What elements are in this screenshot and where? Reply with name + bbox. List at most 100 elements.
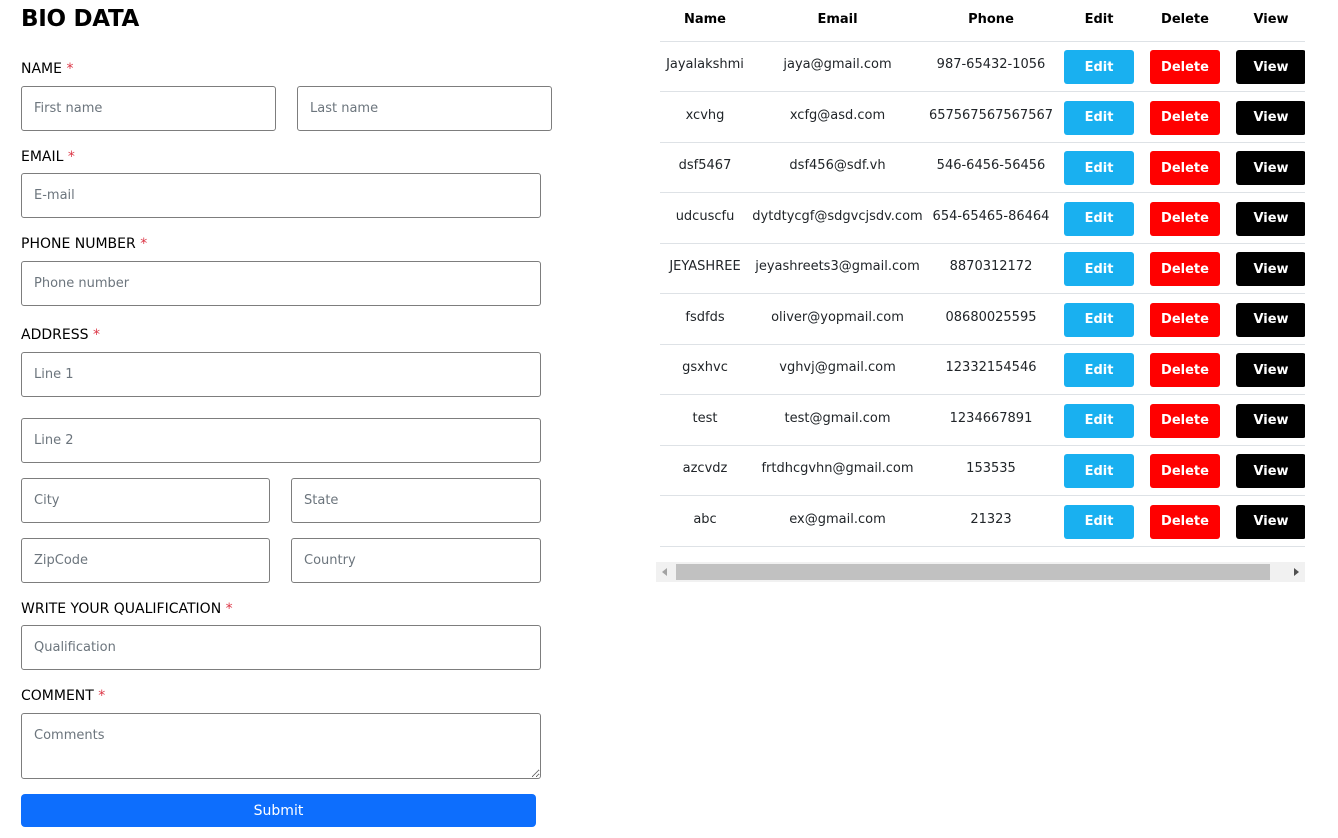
table-row: test test@gmail.com 1234667891 Edit Delete Vi… [660,396,1305,446]
records-table: Name Email Phone Edit Delete View Jayala… [656,0,1305,582]
cell-phone: 12332154546 [945,360,1037,375]
cell-name: azcvdz [682,461,728,476]
email-label: EMAIL * [21,149,75,165]
address-line2-input[interactable] [21,418,541,463]
cell-phone: 987-65432-1056 [936,57,1046,72]
last-name-input[interactable] [297,86,552,131]
cell-name: dsf5467 [678,158,732,173]
cell-email: xcfg@asd.com [789,107,886,123]
page-title: BIO DATA [21,6,140,32]
delete-button[interactable]: Delete [1150,353,1220,387]
qualification-label: WRITE YOUR QUALIFICATION * [21,601,233,617]
cell-name: test [692,410,718,426]
cell-phone: 546-6456-56456 [936,158,1046,173]
cell-name: fsdfds [685,309,725,325]
table-row: gsxhvc vghvj@gmail.com 12332154546 Edit Dele… [660,345,1305,395]
delete-button[interactable]: Delete [1150,403,1220,438]
qualification-input[interactable] [21,625,541,670]
view-button[interactable]: View [1236,302,1305,337]
cell-phone: 657567567567567 [928,107,1054,123]
view-button[interactable]: View [1236,201,1305,236]
required-mark: * [225,601,233,617]
cell-name: Jayalakshmi [666,57,744,72]
table-row: dsf5467 dsf456@sdf.vh 546-6456-56456 Edit De… [660,143,1305,193]
table-row: xcvhg xcfg@asd.com 657567567567567 Edit Dele… [660,93,1305,143]
cell-email: ex@gmail.com [789,511,886,527]
required-mark: * [67,149,75,165]
city-input[interactable] [21,478,270,523]
view-button[interactable]: View [1236,50,1305,84]
address-label: ADDRESS * [21,327,100,343]
address-line1-input[interactable] [21,352,541,397]
view-button[interactable]: View [1236,454,1305,488]
delete-button[interactable]: Delete [1150,201,1220,236]
name-label: NAME * [21,61,74,77]
delete-button[interactable]: Delete [1150,454,1220,488]
header-email: Email [817,12,858,27]
email-input[interactable] [21,173,541,218]
cell-email: test@gmail.com [784,410,891,426]
horizontal-scrollbar[interactable] [656,562,1305,582]
view-button[interactable]: View [1236,252,1305,286]
phone-input[interactable] [21,261,541,306]
delete-button[interactable]: Delete [1150,100,1220,135]
cell-email: jaya@gmail.com [783,57,892,72]
edit-button[interactable]: Edit [1064,252,1134,286]
required-mark: * [66,61,74,77]
view-button[interactable]: View [1236,353,1305,387]
cell-name: JEYASHREE [669,259,741,274]
scroll-left-arrow-icon[interactable] [656,562,674,582]
cell-name: xcvhg [685,107,725,123]
required-mark: * [98,688,106,704]
edit-button[interactable]: Edit [1064,201,1134,236]
edit-button[interactable]: Edit [1064,100,1134,135]
required-mark: * [140,236,148,252]
cell-name: udcuscfu [675,208,735,224]
cell-phone: 1234667891 [949,410,1033,426]
view-button[interactable]: View [1236,100,1305,135]
header-delete: Delete [1161,12,1209,27]
view-button[interactable]: View [1236,151,1305,185]
edit-button[interactable]: Edit [1064,151,1134,185]
view-button[interactable]: View [1236,403,1305,438]
table-row: abc ex@gmail.com 21323 Edit Delete View [660,497,1305,547]
scroll-right-arrow-icon[interactable] [1287,562,1305,582]
state-input[interactable] [291,478,541,523]
cell-email: frtdhcgvhn@gmail.com [761,461,914,476]
cell-email: dytdtycgf@sdgvcjsdv.com [752,208,923,224]
country-input[interactable] [291,538,541,583]
header-view: View [1253,12,1289,27]
edit-button[interactable]: Edit [1064,454,1134,488]
cell-email: oliver@yopmail.com [771,309,904,325]
edit-button[interactable]: Edit [1064,50,1134,84]
table-row: azcvdz frtdhcgvhn@gmail.com 153535 Edit Dele… [660,446,1305,496]
edit-button[interactable]: Edit [1064,403,1134,438]
comment-textarea[interactable] [21,713,541,779]
header-name: Name [683,12,726,27]
header-edit: Edit [1084,12,1114,27]
edit-button[interactable]: Edit [1064,302,1134,337]
view-button[interactable]: View [1236,504,1305,539]
table-row: Jayalakshmi jaya@gmail.com 987-65432-1056 E… [660,42,1305,92]
edit-button[interactable]: Edit [1064,353,1134,387]
cell-phone: 8870312172 [949,259,1033,274]
cell-email: dsf456@sdf.vh [789,158,886,173]
delete-button[interactable]: Delete [1150,151,1220,185]
delete-button[interactable]: Delete [1150,252,1220,286]
table-row: JEYASHREE jeyashreets3@gmail.com 887031217… [660,244,1305,294]
table-row: udcuscfu dytdtycgf@sdgvcjsdv.com 654-65465… [660,194,1305,244]
submit-button[interactable]: Submit [21,794,536,827]
cell-phone: 08680025595 [945,309,1037,325]
zipcode-input[interactable] [21,538,270,583]
cell-phone: 153535 [966,461,1016,476]
delete-button[interactable]: Delete [1150,50,1220,84]
cell-phone: 654-65465-86464 [932,208,1050,224]
delete-button[interactable]: Delete [1150,302,1220,337]
first-name-input[interactable] [21,86,276,131]
scrollbar-thumb[interactable] [676,564,1270,580]
edit-button[interactable]: Edit [1064,504,1134,539]
required-mark: * [92,327,100,343]
cell-phone: 21323 [970,511,1012,527]
delete-button[interactable]: Delete [1150,504,1220,539]
header-phone: Phone [968,12,1014,27]
